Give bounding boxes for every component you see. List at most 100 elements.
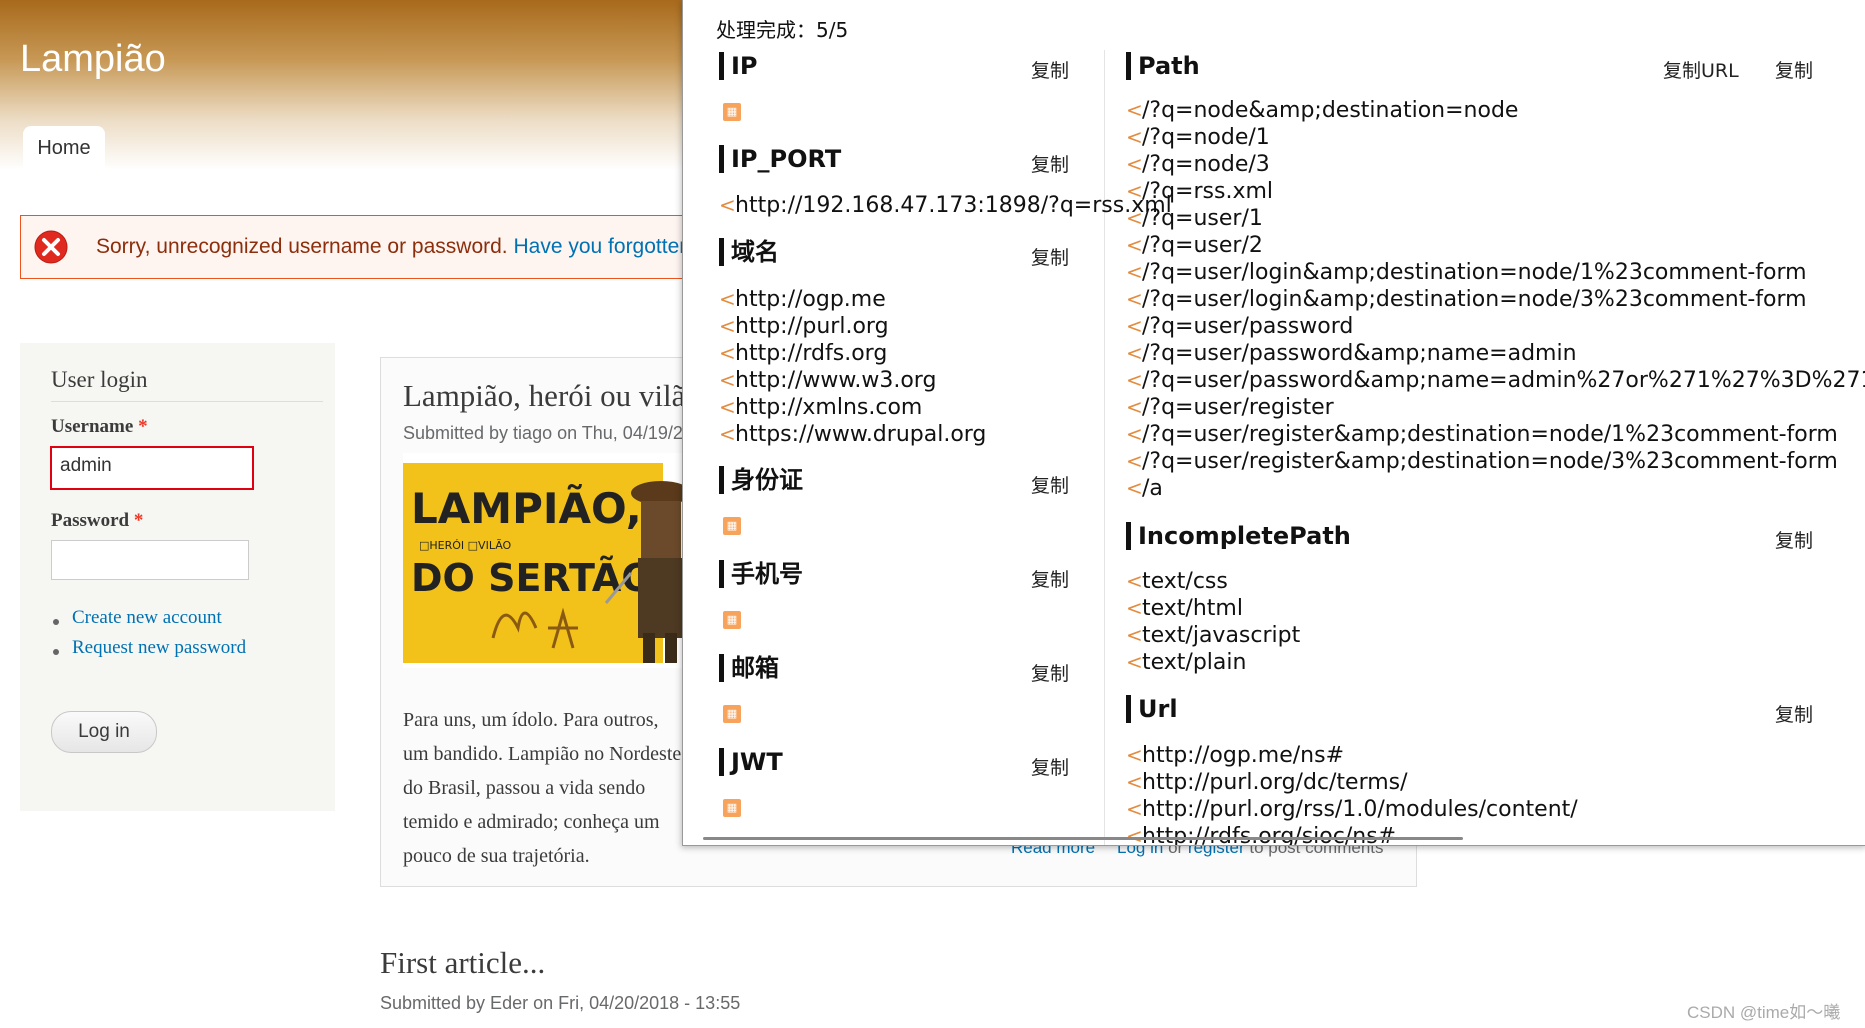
domain-item[interactable]: <http://purl.org: [719, 313, 889, 339]
chevron-left-icon: <: [1126, 179, 1143, 203]
password-field[interactable]: [51, 540, 249, 580]
path-item[interactable]: </?q=rss.xml: [1126, 178, 1273, 204]
copy-url-button[interactable]: 复制URL: [1663, 56, 1739, 83]
item-text: /?q=user/password&amp;name=admin: [1142, 341, 1577, 366]
chevron-left-icon: <: [1126, 569, 1143, 593]
lampiao-poster-image: LAMPIÃO, □HERÓI □VILÃO DO SERTÃO: [403, 453, 713, 668]
copy-url-section-button[interactable]: 复制: [1775, 700, 1813, 727]
domain-item[interactable]: <https://www.drupal.org: [719, 421, 986, 447]
path-item[interactable]: </?q=user/password&amp;name=admin: [1126, 340, 1577, 366]
item-text: text/plain: [1142, 650, 1247, 675]
copy-domain-button[interactable]: 复制: [1031, 243, 1069, 270]
item-text: http://ogp.me/ns#: [1142, 743, 1344, 768]
login-button[interactable]: Log in: [51, 711, 157, 753]
status-text: 处理完成：5/5: [716, 18, 849, 42]
copy-ip-button[interactable]: 复制: [1031, 56, 1069, 83]
poster-text-3: DO SERTÃO: [411, 556, 654, 600]
item-text: /?q=rss.xml: [1142, 179, 1274, 204]
path-item[interactable]: </?q=user/register&amp;destination=node/…: [1126, 448, 1838, 474]
empty-result-icon: ▦: [723, 517, 741, 535]
item-text: http://ogp.me: [735, 287, 886, 312]
domain-item[interactable]: <http://rdfs.org: [719, 340, 887, 366]
item-text: /?q=user/login&amp;destination=node/3%23…: [1142, 287, 1807, 312]
block-title: User login: [51, 367, 148, 392]
path-item[interactable]: </?q=user/2: [1126, 232, 1263, 258]
domain-item[interactable]: <http://xmlns.com: [719, 394, 922, 420]
item-text: http://192.168.47.173:1898/?q=rss.xml: [735, 193, 1172, 218]
incomplete-path-item[interactable]: <text/plain: [1126, 649, 1246, 675]
item-text: /?q=user/register&amp;destination=node/3…: [1142, 449, 1838, 474]
domain-item[interactable]: <http://www.w3.org: [719, 367, 936, 393]
item-text: http://rdfs.org: [735, 341, 888, 366]
chevron-left-icon: <: [1126, 770, 1143, 794]
path-item[interactable]: </?q=user/password: [1126, 313, 1353, 339]
chevron-left-icon: <: [1126, 449, 1143, 473]
copy-idcard-button[interactable]: 复制: [1031, 471, 1069, 498]
error-text-main: Sorry, unrecognized username or password…: [96, 235, 508, 258]
path-item[interactable]: </?q=user/login&amp;destination=node/1%2…: [1126, 259, 1807, 285]
section-title-domain: 域名: [719, 238, 779, 266]
path-item[interactable]: </?q=user/login&amp;destination=node/3%2…: [1126, 286, 1807, 312]
item-text: /?q=user/password&amp;name=admin%27or%27…: [1142, 368, 1865, 393]
copy-ip-port-button[interactable]: 复制: [1031, 150, 1069, 177]
chevron-left-icon: <: [1126, 476, 1143, 500]
incomplete-path-item[interactable]: <text/css: [1126, 568, 1228, 594]
path-item[interactable]: </?q=user/1: [1126, 205, 1263, 231]
article2-title[interactable]: First article...: [380, 945, 545, 981]
create-account-link[interactable]: Create new account: [72, 607, 222, 629]
url-item[interactable]: <http://purl.org/rss/1.0/modules/content…: [1126, 796, 1578, 822]
chevron-left-icon: <: [719, 193, 736, 217]
incomplete-path-item[interactable]: <text/html: [1126, 595, 1243, 621]
article-body: Para uns, um ídolo. Para outros, um band…: [403, 709, 682, 867]
item-text: /?q=node/3: [1142, 152, 1270, 177]
item-text: https://www.drupal.org: [735, 422, 987, 447]
item-text: /?q=user/2: [1142, 233, 1263, 258]
item-text: text/html: [1142, 596, 1243, 621]
username-field[interactable]: admin: [50, 446, 254, 490]
chevron-left-icon: <: [1126, 287, 1143, 311]
ip-port-item[interactable]: <http://192.168.47.173:1898/?q=rss.xml: [719, 192, 1172, 218]
url-item[interactable]: <http://purl.org/dc/terms/: [1126, 769, 1408, 795]
horizontal-scrollbar[interactable]: [703, 837, 1463, 840]
article-image[interactable]: LAMPIÃO, □HERÓI □VILÃO DO SERTÃO: [403, 453, 713, 668]
item-text: http://www.w3.org: [735, 368, 937, 393]
path-item[interactable]: </?q=user/password&amp;name=admin%27or%2…: [1126, 367, 1865, 393]
copy-path-button[interactable]: 复制: [1775, 56, 1813, 83]
list-bullet: [53, 619, 59, 625]
chevron-left-icon: <: [1126, 824, 1143, 846]
chevron-left-icon: <: [1126, 395, 1143, 419]
path-item[interactable]: </a: [1126, 475, 1163, 501]
url-item[interactable]: <http://ogp.me/ns#: [1126, 742, 1344, 768]
article-meta: Submitted by tiago on Thu, 04/19/2018: [403, 423, 713, 443]
chevron-left-icon: <: [1126, 422, 1143, 446]
chevron-left-icon: <: [719, 395, 736, 419]
item-text: http://rdfs.org/sioc/ns#: [1142, 824, 1397, 846]
chevron-left-icon: <: [1126, 98, 1143, 122]
required-mark: *: [133, 510, 144, 531]
path-item[interactable]: </?q=node/3: [1126, 151, 1270, 177]
article-title[interactable]: Lampião, herói ou vilão?: [403, 378, 715, 414]
copy-email-button[interactable]: 复制: [1031, 659, 1069, 686]
copy-phone-button[interactable]: 复制: [1031, 565, 1069, 592]
copy-jwt-button[interactable]: 复制: [1031, 753, 1069, 780]
chevron-left-icon: <: [719, 368, 736, 392]
section-title-ip: IP: [719, 52, 758, 80]
item-text: /a: [1142, 476, 1163, 501]
copy-incomplete-path-button[interactable]: 复制: [1775, 526, 1813, 553]
site-name[interactable]: Lampião: [20, 38, 166, 81]
path-item[interactable]: </?q=user/register&amp;destination=node/…: [1126, 421, 1838, 447]
section-title-email: 邮箱: [719, 654, 779, 682]
path-item[interactable]: </?q=user/register: [1126, 394, 1334, 420]
path-item[interactable]: </?q=node&amp;destination=node: [1126, 97, 1518, 123]
nav-home-tab[interactable]: Home: [23, 126, 105, 170]
findsomething-popup: 处理完成：5/5 IP 复制 ▦ IP_PORT 复制 <http://192.…: [682, 0, 1865, 846]
request-password-link[interactable]: Request new password: [72, 637, 246, 659]
section-title-ip-port: IP_PORT: [719, 145, 841, 173]
path-item[interactable]: </?q=node/1: [1126, 124, 1270, 150]
domain-item[interactable]: <http://ogp.me: [719, 286, 886, 312]
incomplete-path-item[interactable]: <text/javascript: [1126, 622, 1300, 648]
section-title-jwt: JWT: [719, 748, 783, 776]
section-title-url: Url: [1126, 695, 1178, 723]
empty-result-icon: ▦: [723, 611, 741, 629]
url-item[interactable]: <http://rdfs.org/sioc/ns#: [1126, 823, 1397, 846]
